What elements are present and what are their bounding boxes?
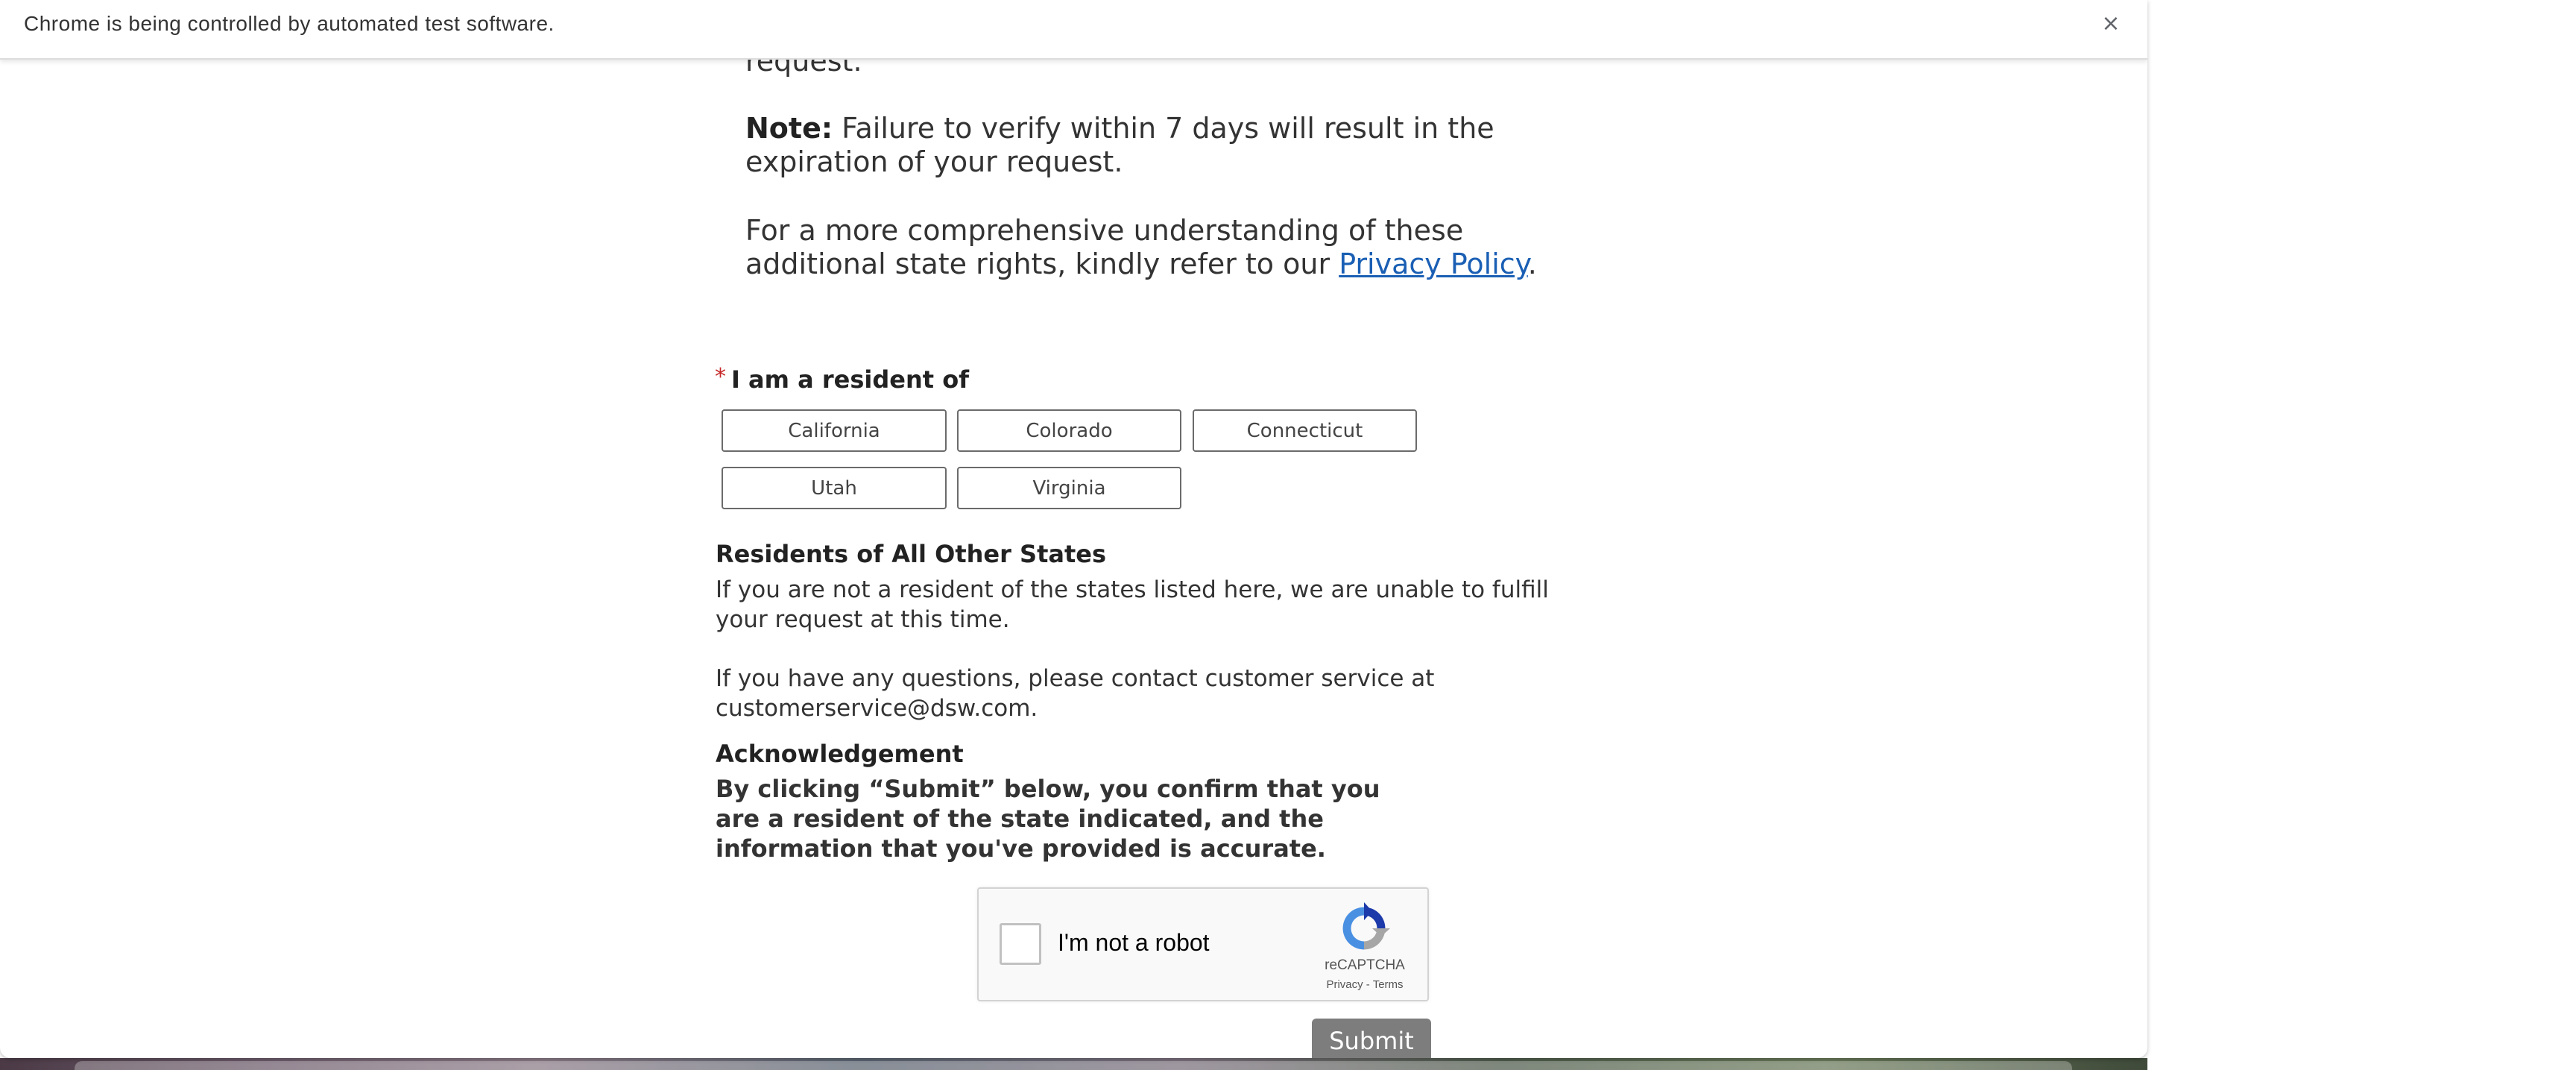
contact-line-1: If you have any questions, please contac…: [716, 665, 1435, 692]
close-icon[interactable]: ×: [2097, 10, 2124, 37]
state-option-california[interactable]: California: [722, 409, 947, 452]
other-states-line-2: your request at this time.: [716, 606, 1010, 633]
note-label: Note:: [745, 112, 833, 145]
note-line-1: Note: Failure to verify within 7 days wi…: [745, 112, 1494, 145]
contact-email: customerservice@dsw.com.: [716, 695, 1038, 722]
state-option-utah[interactable]: Utah: [722, 467, 947, 509]
desktop-background: [2147, 0, 2576, 1070]
note-line-2: expiration of your request.: [745, 145, 1123, 178]
acknowledgement-text: By clicking “Submit” below, you confirm …: [716, 775, 1380, 863]
recaptcha-label: I'm not a robot: [1058, 929, 1210, 956]
state-option-virginia[interactable]: Virginia: [957, 467, 1181, 509]
other-states-line-1: If you are not a resident of the states …: [716, 576, 1549, 603]
recaptcha-widget: I'm not a robot reCAPTCHA Privacy - Term…: [977, 887, 1429, 1001]
note-text: Failure to verify within 7 days will res…: [842, 112, 1494, 145]
other-states-heading: Residents of All Other States: [716, 540, 1107, 568]
recaptcha-terms-link[interactable]: Terms: [1373, 978, 1404, 991]
recaptcha-brand: reCAPTCHA: [1325, 957, 1405, 973]
privacy-policy-link[interactable]: Privacy Policy: [1339, 248, 1528, 280]
residency-question: I am a resident of: [731, 365, 970, 394]
state-option-connecticut[interactable]: Connecticut: [1193, 409, 1417, 452]
recaptcha-checkbox[interactable]: [1000, 923, 1041, 965]
submit-button[interactable]: Submit: [1312, 1019, 1431, 1058]
infobar-message: Chrome is being controlled by automated …: [24, 12, 555, 35]
privacy-line-2: additional state rights, kindly refer to…: [745, 248, 1537, 281]
privacy-text: additional state rights, kindly refer to…: [745, 248, 1330, 280]
privacy-period: .: [1527, 248, 1537, 280]
recaptcha-logo-icon: [1342, 902, 1390, 950]
browser-window: Chrome is being controlled by automated …: [0, 0, 2147, 1058]
required-marker: *: [715, 364, 726, 390]
recaptcha-separator: -: [1363, 978, 1373, 991]
automation-infobar: Chrome is being controlled by automated …: [0, 0, 2147, 60]
acknowledgement-heading: Acknowledgement: [716, 740, 964, 768]
recaptcha-links: Privacy - Terms: [1307, 978, 1423, 991]
state-option-colorado[interactable]: Colorado: [957, 409, 1181, 452]
dock: [75, 1061, 2072, 1070]
privacy-line-1: For a more comprehensive understanding o…: [745, 214, 1464, 247]
recaptcha-privacy-link[interactable]: Privacy: [1326, 978, 1363, 991]
